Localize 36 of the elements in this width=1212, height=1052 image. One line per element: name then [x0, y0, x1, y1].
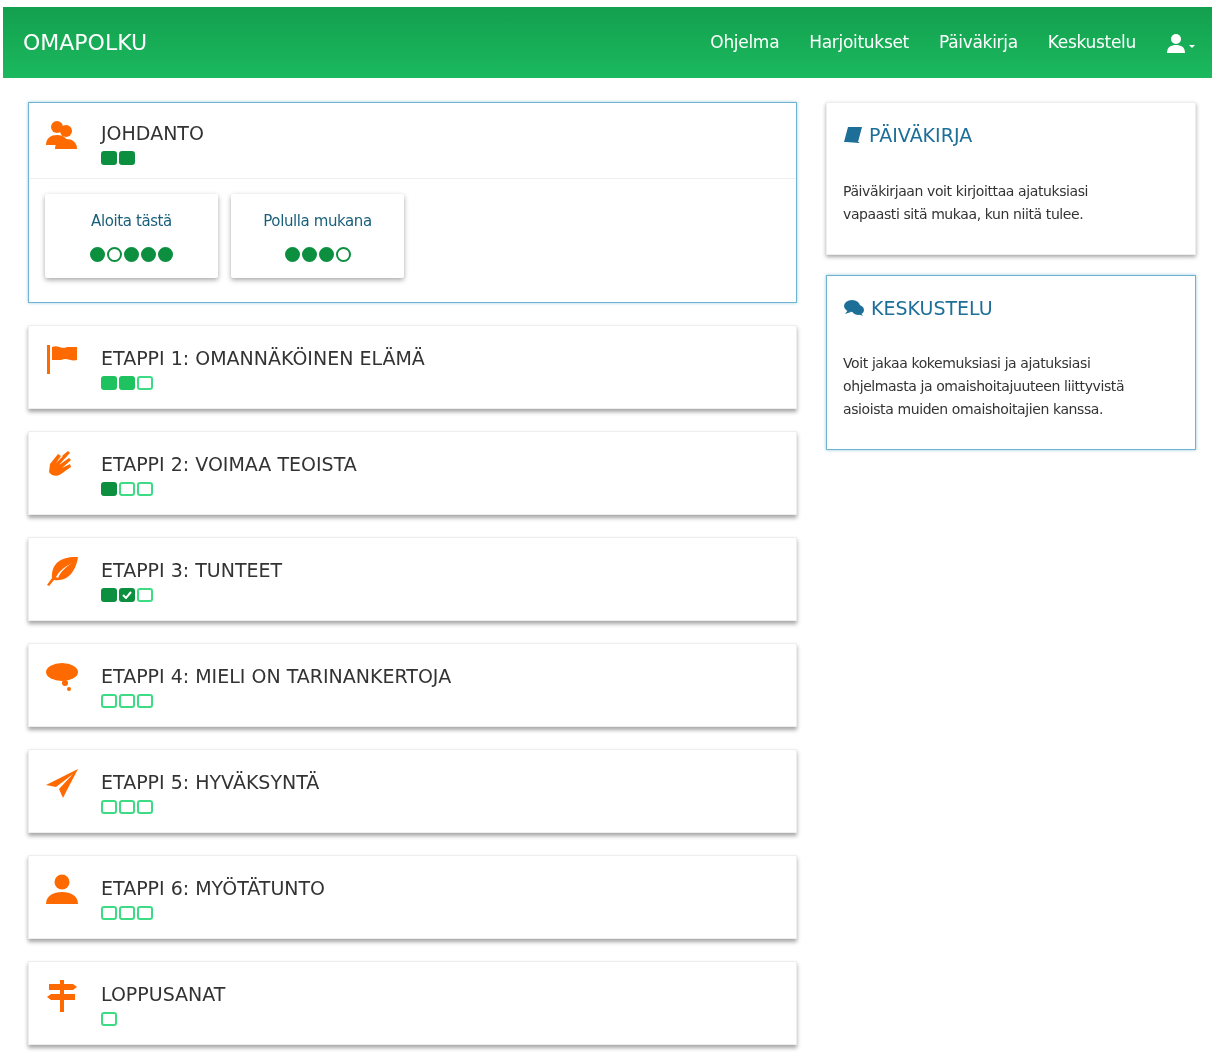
stage-title: ETAPPI 3: TUNTEET — [101, 558, 283, 582]
stage-title: LOPPUSANAT — [101, 982, 226, 1006]
stage-title: ETAPPI 2: VOIMAA TEOISTA — [101, 452, 357, 476]
stage-card[interactable]: ETAPPI 4: MIELI ON TARINANKERTOJA — [28, 643, 797, 727]
stage-title: ETAPPI 6: MYÖTÄTUNTO — [101, 876, 326, 900]
leaf-icon — [45, 556, 79, 586]
card-title: KESKUSTELU — [871, 295, 993, 321]
paper-plane-icon — [45, 768, 79, 798]
stage-card[interactable]: ETAPPI 6: MYÖTÄTUNTO — [28, 855, 797, 939]
lesson-title: Aloita tästä — [91, 211, 172, 232]
stage-card[interactable]: ETAPPI 1: OMANNÄKÖINEN ELÄMÄ — [28, 325, 797, 409]
stage-title: ETAPPI 5: HYVÄKSYNTÄ — [101, 770, 320, 794]
stage-title: JOHDANTO — [101, 121, 204, 145]
stage-card[interactable]: ETAPPI 2: VOIMAA TEOISTA — [28, 431, 797, 515]
card-description: Päiväkirjaan voit kirjoittaa ajatuksiasi vapaasti sitä mukaa, kun niitä tulee. — [843, 181, 1090, 224]
stage-title: ETAPPI 1: OMANNÄKÖINEN ELÄMÄ — [101, 346, 425, 370]
users-icon — [45, 119, 79, 149]
stage-card[interactable]: JOHDANTO Aloita tästä Polulla mukana — [28, 102, 797, 303]
info-card[interactable]: KESKUSTELU Voit jakaa kokemuksiasi ja ajatuksiasi ohjelmasta ja omaishoitajuuteen liittyvistä asioista muiden omaishoitajien kanssa. — [826, 274, 1196, 450]
stage-card[interactable]: LOPPUSANAT — [28, 961, 797, 1045]
stage-title: ETAPPI 4: MIELI ON TARINANKERTOJA — [101, 664, 452, 688]
user-icon — [45, 874, 79, 904]
card-description: Voit jakaa kokemuksiasi ja ajatuksiasi ohjelmasta ja omaishoitajuuteen liittyvistä asioista muiden omaishoitajien kanssa. — [843, 354, 1126, 419]
user-menu-button[interactable] — [1166, 32, 1196, 53]
flag-icon — [46, 344, 78, 374]
chat-icon — [843, 298, 865, 317]
card-title: PÄIVÄKIRJA — [869, 123, 973, 148]
stage-card[interactable]: ETAPPI 3: TUNTEET — [28, 537, 797, 621]
lesson-card[interactable]: Aloita tästä — [45, 194, 218, 278]
signpost-icon — [46, 980, 78, 1012]
lesson-card[interactable]: Polulla mukana — [231, 194, 404, 278]
book-icon — [843, 126, 863, 145]
stage-card[interactable]: ETAPPI 5: HYVÄKSYNTÄ — [28, 749, 797, 833]
lesson-title: Polulla mukana — [263, 211, 372, 232]
thought-cloud-icon — [45, 662, 79, 692]
info-card[interactable]: PÄIVÄKIRJA Päiväkirjaan voit kirjoittaa ajatuksiasi vapaasti sitä mukaa, kun niitä tulee. — [826, 102, 1196, 255]
